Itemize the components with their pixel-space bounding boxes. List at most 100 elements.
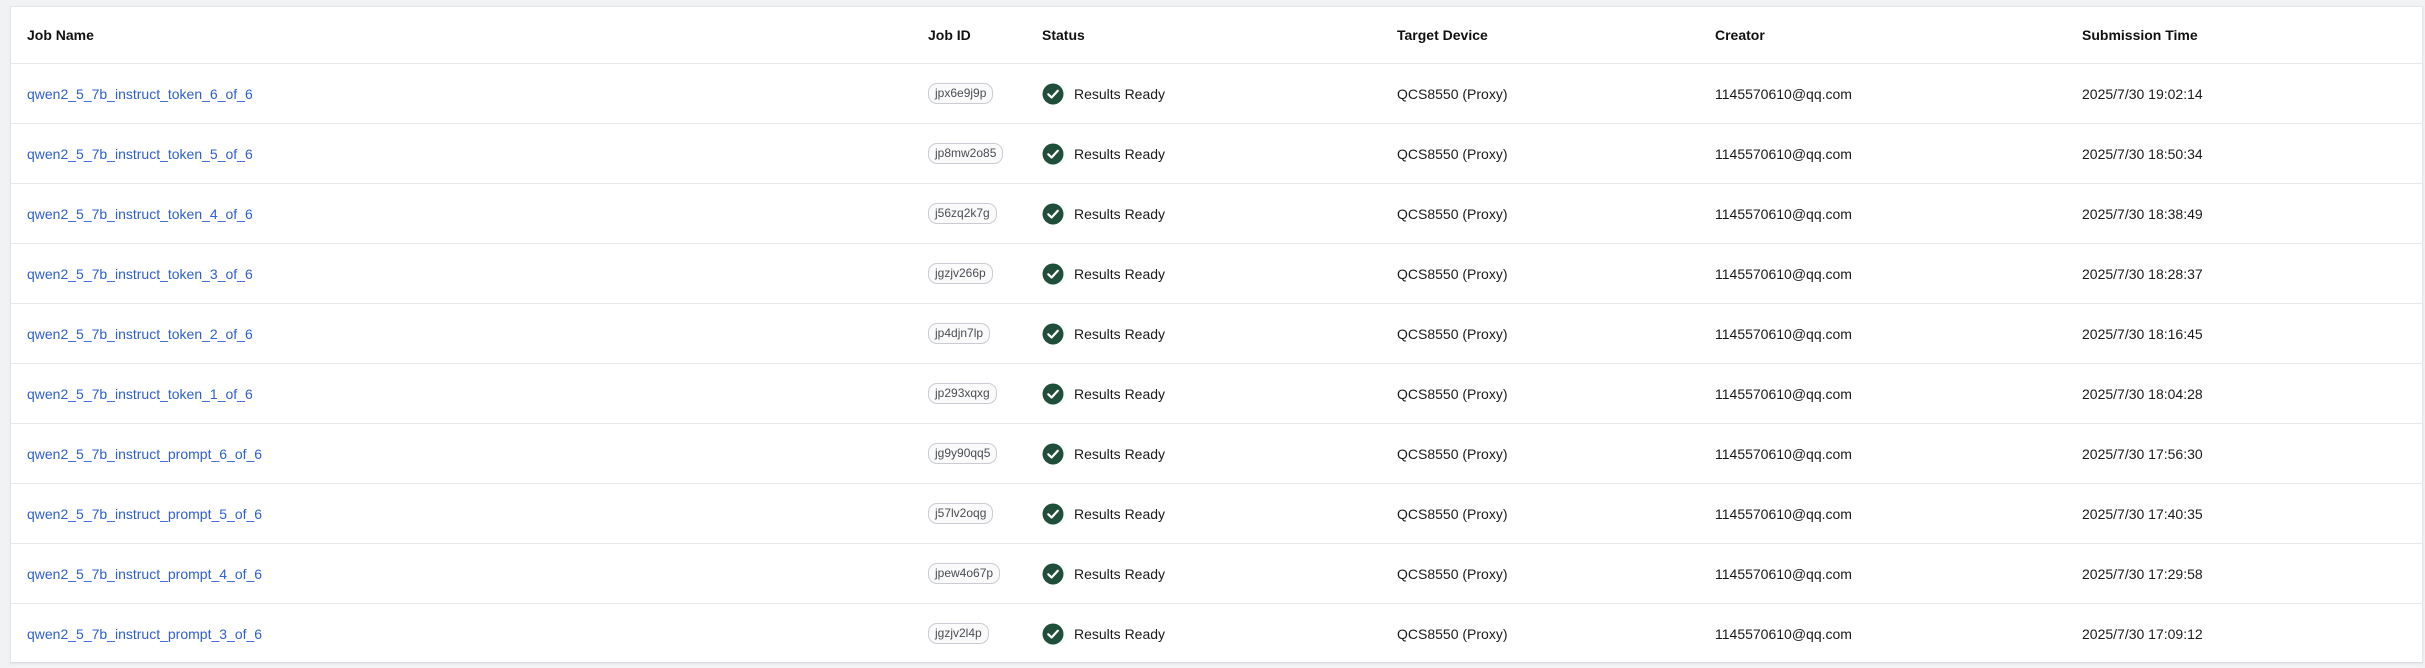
creator-cell: 1145570610@qq.com [1715, 543, 2082, 604]
creator-cell: 1145570610@qq.com [1715, 363, 2082, 424]
job-id-badge[interactable]: j56zq2k7g [928, 203, 997, 224]
status-text: Results Ready [1074, 565, 1166, 582]
job-id-cell: jp293xqxg [928, 363, 1042, 424]
table-row[interactable]: qwen2_5_7b_instruct_token_4_of_6 j56zq2k… [11, 183, 2422, 244]
creator-cell: 1145570610@qq.com [1715, 243, 2082, 304]
jobs-table: Job Name Job ID Status Target Device Cre… [11, 7, 2422, 664]
job-name-cell: qwen2_5_7b_instruct_token_6_of_6 [11, 63, 928, 124]
status-indicator: Results Ready [1042, 143, 1397, 165]
target-device-cell: QCS8550 (Proxy) [1397, 543, 1715, 604]
status-text: Results Ready [1074, 625, 1166, 642]
column-header-target-device[interactable]: Target Device [1397, 7, 1715, 64]
job-id-badge[interactable]: jg9y90qq5 [928, 443, 998, 464]
job-id-badge[interactable]: j57lv2oqg [928, 503, 994, 524]
submission-time-cell: 2025/7/30 18:28:37 [2082, 243, 2422, 304]
job-name-cell: qwen2_5_7b_instruct_token_4_of_6 [11, 183, 928, 244]
table-row[interactable]: qwen2_5_7b_instruct_prompt_6_of_6 jg9y90… [11, 423, 2422, 484]
status-indicator: Results Ready [1042, 443, 1397, 465]
column-header-submission-time[interactable]: Submission Time [2082, 7, 2422, 64]
creator-cell: 1145570610@qq.com [1715, 303, 2082, 364]
job-name-link[interactable]: qwen2_5_7b_instruct_prompt_3_of_6 [27, 626, 262, 642]
column-header-job-name[interactable]: Job Name [11, 7, 928, 64]
submission-time-cell: 2025/7/30 18:50:34 [2082, 123, 2422, 184]
job-name-link[interactable]: qwen2_5_7b_instruct_token_5_of_6 [27, 146, 253, 162]
status-indicator: Results Ready [1042, 83, 1397, 105]
status-cell: Results Ready [1042, 63, 1397, 124]
table-row[interactable]: qwen2_5_7b_instruct_token_1_of_6 jp293xq… [11, 363, 2422, 424]
target-device-cell: QCS8550 (Proxy) [1397, 303, 1715, 364]
status-text: Results Ready [1074, 325, 1166, 342]
job-id-cell: jpx6e9j9p [928, 63, 1042, 124]
target-device-cell: QCS8550 (Proxy) [1397, 625, 1508, 642]
target-device-cell: QCS8550 (Proxy) [1397, 123, 1715, 184]
table-row[interactable]: qwen2_5_7b_instruct_prompt_3_of_6 jgzjv2… [11, 604, 2422, 664]
job-name-link[interactable]: qwen2_5_7b_instruct_prompt_4_of_6 [27, 566, 262, 582]
job-id-badge[interactable]: jpx6e9j9p [928, 83, 994, 104]
job-name-cell: qwen2_5_7b_instruct_prompt_5_of_6 [11, 483, 928, 544]
submission-time-cell: 2025/7/30 17:40:35 [2082, 483, 2422, 544]
table-row[interactable]: qwen2_5_7b_instruct_prompt_4_of_6 jpew4o… [11, 543, 2422, 604]
status-indicator: Results Ready [1042, 623, 1397, 645]
status-text: Results Ready [1074, 265, 1166, 282]
submission-time-cell: 2025/7/30 18:38:49 [2082, 183, 2422, 244]
job-name-link[interactable]: qwen2_5_7b_instruct_token_2_of_6 [27, 326, 253, 342]
creator-cell: 1145570610@qq.com [1715, 183, 2082, 244]
check-circle-icon [1042, 563, 1064, 585]
status-indicator: Results Ready [1042, 323, 1397, 345]
job-name-link[interactable]: qwen2_5_7b_instruct_prompt_6_of_6 [27, 446, 262, 462]
table-row[interactable]: qwen2_5_7b_instruct_token_2_of_6 jp4djn7… [11, 303, 2422, 364]
column-header-creator[interactable]: Creator [1715, 7, 2082, 64]
table-row[interactable]: qwen2_5_7b_instruct_token_3_of_6 jgzjv26… [11, 243, 2422, 304]
target-device-cell: QCS8550 (Proxy) [1397, 243, 1715, 304]
status-cell: Results Ready [1042, 604, 1397, 664]
creator-cell: 1145570610@qq.com [1715, 625, 1852, 642]
job-id-badge[interactable]: jgzjv2l4p [928, 623, 989, 645]
target-device-cell: QCS8550 (Proxy) [1397, 63, 1715, 124]
check-circle-icon [1042, 203, 1064, 225]
table-row[interactable]: qwen2_5_7b_instruct_token_5_of_6 jp8mw2o… [11, 123, 2422, 184]
job-id-cell: jpew4o67p [928, 543, 1042, 604]
job-id-badge[interactable]: jp293xqxg [928, 383, 997, 404]
creator-cell: 1145570610@qq.com [1715, 483, 2082, 544]
job-id-cell: j57lv2oqg [928, 483, 1042, 544]
job-id-badge[interactable]: jp4djn7lp [928, 323, 991, 344]
table-row[interactable]: qwen2_5_7b_instruct_prompt_5_of_6 j57lv2… [11, 483, 2422, 544]
status-cell: Results Ready [1042, 123, 1397, 184]
job-id-cell: jp8mw2o85 [928, 123, 1042, 184]
job-name-link[interactable]: qwen2_5_7b_instruct_token_4_of_6 [27, 206, 253, 222]
check-circle-icon [1042, 263, 1064, 285]
job-name-link[interactable]: qwen2_5_7b_instruct_token_1_of_6 [27, 386, 253, 402]
check-circle-icon [1042, 323, 1064, 345]
job-name-cell: qwen2_5_7b_instruct_prompt_4_of_6 [11, 543, 928, 604]
target-device-cell: QCS8550 (Proxy) [1397, 183, 1715, 244]
check-circle-icon [1042, 83, 1064, 105]
submission-time-cell: 2025/7/30 17:29:58 [2082, 543, 2422, 604]
creator-cell: 1145570610@qq.com [1715, 123, 2082, 184]
job-id-cell: jg9y90qq5 [928, 423, 1042, 484]
status-text: Results Ready [1074, 85, 1166, 102]
status-cell: Results Ready [1042, 543, 1397, 604]
job-id-badge[interactable]: jp8mw2o85 [928, 143, 1004, 164]
creator-cell: 1145570610@qq.com [1715, 423, 2082, 484]
job-id-badge[interactable]: jgzjv266p [928, 263, 993, 284]
job-id-cell: j56zq2k7g [928, 183, 1042, 244]
job-name-cell: qwen2_5_7b_instruct_token_5_of_6 [11, 123, 928, 184]
column-header-status[interactable]: Status [1042, 7, 1397, 64]
status-cell: Results Ready [1042, 483, 1397, 544]
status-cell: Results Ready [1042, 243, 1397, 304]
jobs-table-card: Job Name Job ID Status Target Device Cre… [10, 6, 2423, 663]
status-cell: Results Ready [1042, 363, 1397, 424]
status-text: Results Ready [1074, 505, 1166, 522]
job-name-link[interactable]: qwen2_5_7b_instruct_token_6_of_6 [27, 86, 253, 102]
column-header-job-id[interactable]: Job ID [928, 7, 1042, 64]
status-text: Results Ready [1074, 205, 1166, 222]
table-header: Job Name Job ID Status Target Device Cre… [11, 7, 2422, 64]
table-row[interactable]: qwen2_5_7b_instruct_token_6_of_6 jpx6e9j… [11, 63, 2422, 124]
status-indicator: Results Ready [1042, 563, 1397, 585]
status-indicator: Results Ready [1042, 383, 1397, 405]
job-id-badge[interactable]: jpew4o67p [928, 563, 1001, 584]
job-name-link[interactable]: qwen2_5_7b_instruct_prompt_5_of_6 [27, 506, 262, 522]
submission-time-cell: 2025/7/30 17:09:12 [2082, 625, 2203, 642]
job-name-link[interactable]: qwen2_5_7b_instruct_token_3_of_6 [27, 266, 253, 282]
status-indicator: Results Ready [1042, 203, 1397, 225]
